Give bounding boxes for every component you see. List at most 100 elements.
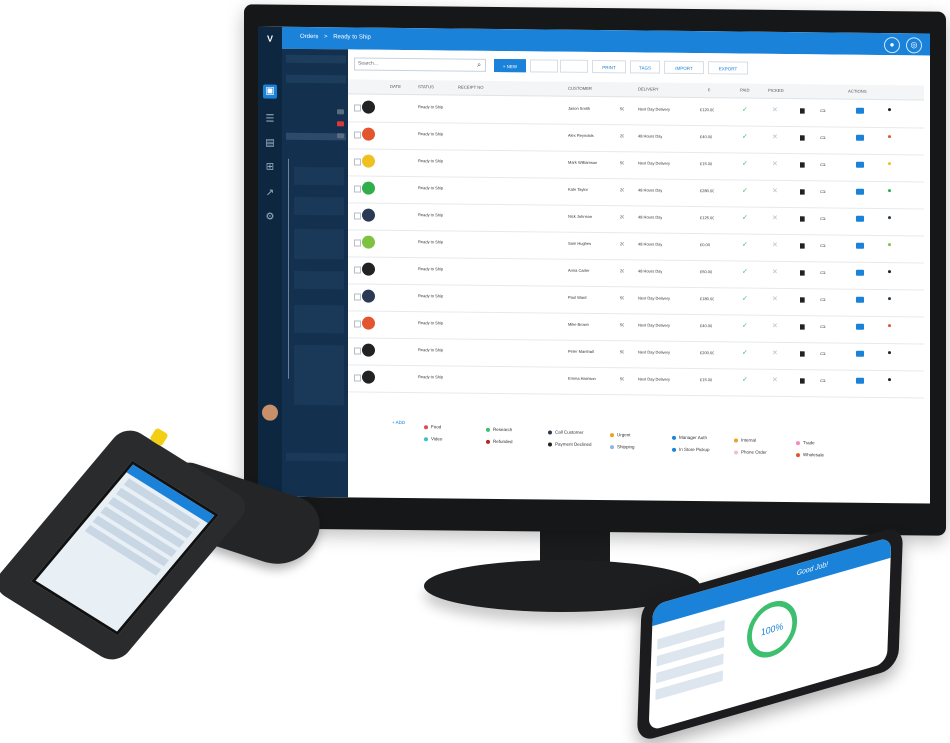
legend-item[interactable]: Trade: [796, 440, 815, 445]
legend-item[interactable]: Phone Order: [734, 449, 767, 455]
shipping-truck-icon[interactable]: [856, 296, 864, 303]
table-row[interactable]: Ready to Ship Emma Harrison 50 Next Day Del…: [348, 364, 924, 399]
legend-item[interactable]: Call Customer: [548, 430, 584, 435]
row-checkbox[interactable]: [354, 212, 361, 220]
legend-item[interactable]: Shipping: [610, 444, 635, 449]
print-icon[interactable]: ▆: [800, 269, 805, 276]
note-icon[interactable]: ▭: [820, 215, 826, 222]
shipping-truck-icon[interactable]: [856, 323, 864, 330]
legend-item[interactable]: Wholesale: [796, 452, 824, 457]
filter-group[interactable]: [286, 452, 346, 462]
row-checkbox[interactable]: [354, 320, 361, 328]
filter-group[interactable]: [294, 228, 344, 260]
print-button[interactable]: PRINT: [592, 59, 626, 74]
disabled-button[interactable]: [560, 59, 588, 73]
row-checkbox[interactable]: [354, 347, 361, 355]
cart-icon[interactable]: ⊞: [263, 161, 277, 175]
note-icon[interactable]: ▭: [820, 134, 826, 141]
print-icon[interactable]: ▆: [800, 107, 805, 114]
row-checkbox[interactable]: [354, 374, 361, 382]
print-icon[interactable]: ▆: [800, 242, 805, 249]
import-button[interactable]: IMPORT: [664, 60, 704, 75]
column-header[interactable]: £: [708, 87, 710, 92]
filter-group[interactable]: [294, 270, 344, 290]
notification-icon[interactable]: ●: [884, 37, 900, 54]
chart-icon[interactable]: ↗: [263, 187, 277, 201]
note-icon[interactable]: ▭: [820, 107, 826, 114]
note-icon[interactable]: ▭: [820, 269, 826, 276]
shipping-truck-icon[interactable]: [856, 161, 864, 168]
print-icon[interactable]: ▆: [800, 161, 805, 168]
tags-button[interactable]: TAGS: [630, 60, 660, 74]
row-checkbox[interactable]: [354, 158, 361, 166]
note-icon[interactable]: ▭: [820, 377, 826, 384]
shipping-truck-icon[interactable]: [856, 134, 864, 141]
note-icon[interactable]: ▭: [820, 161, 826, 168]
legend-item[interactable]: Payment Declined: [548, 442, 592, 447]
note-icon[interactable]: ▭: [820, 188, 826, 195]
row-checkbox[interactable]: [354, 239, 361, 247]
orders-icon[interactable]: ▣: [263, 84, 277, 99]
breadcrumb-root[interactable]: Orders: [300, 34, 318, 40]
legend-item[interactable]: Food: [424, 424, 441, 429]
print-icon[interactable]: ▆: [800, 377, 805, 384]
column-header[interactable]: PAID: [740, 88, 749, 93]
filter-row[interactable]: [286, 74, 346, 84]
column-header[interactable]: DELIVERY: [638, 86, 659, 91]
legend-item[interactable]: Urgent: [610, 432, 631, 437]
avatar[interactable]: [262, 404, 278, 421]
print-icon[interactable]: ▆: [800, 323, 805, 330]
filter-group[interactable]: [294, 196, 344, 216]
export-button[interactable]: EXPORT: [708, 61, 748, 75]
shipping-truck-icon[interactable]: [856, 269, 864, 276]
note-icon[interactable]: ▭: [820, 242, 826, 249]
filter-group[interactable]: [294, 166, 344, 186]
filter-row[interactable]: [286, 109, 346, 116]
legend-item[interactable]: Video: [424, 436, 442, 441]
filter-row-active[interactable]: [286, 132, 346, 141]
column-header[interactable]: ACTIONS: [848, 89, 867, 94]
column-header[interactable]: PICKED: [768, 88, 784, 93]
shipping-truck-icon[interactable]: [856, 377, 864, 384]
note-icon[interactable]: ▭: [820, 323, 826, 330]
legend-item[interactable]: Internal: [734, 437, 756, 443]
note-icon[interactable]: ▭: [820, 296, 826, 303]
search-input[interactable]: Search... ⌕: [354, 57, 486, 72]
note-icon[interactable]: ▭: [820, 350, 826, 357]
filter-row[interactable]: [286, 54, 346, 64]
print-icon[interactable]: ▆: [800, 215, 805, 222]
settings-icon[interactable]: ◎: [906, 37, 922, 54]
new-button[interactable]: + NEW: [494, 58, 526, 73]
column-header[interactable]: STATUS: [418, 84, 434, 89]
customer-logo: [362, 181, 375, 195]
row-checkbox[interactable]: [354, 293, 361, 301]
shipping-truck-icon[interactable]: [856, 107, 864, 114]
shipping-truck-icon[interactable]: [856, 242, 864, 249]
column-header[interactable]: DATE: [390, 84, 401, 89]
gear-icon[interactable]: ⚙: [263, 211, 277, 225]
row-checkbox[interactable]: [354, 185, 361, 193]
legend-item[interactable]: In Store Pickup: [672, 447, 710, 452]
row-checkbox[interactable]: [354, 131, 361, 139]
shipping-truck-icon[interactable]: [856, 188, 864, 195]
column-header[interactable]: RECEIPT NO: [458, 85, 484, 90]
add-tag-button[interactable]: + ADD: [392, 420, 405, 425]
column-header[interactable]: CUSTOMER: [568, 86, 592, 91]
print-icon[interactable]: ▆: [800, 188, 805, 195]
document-icon[interactable]: ▤: [263, 137, 277, 151]
filter-group[interactable]: [294, 344, 344, 406]
filter-group[interactable]: [294, 304, 344, 334]
legend-item[interactable]: Research: [486, 427, 512, 432]
print-icon[interactable]: ▆: [800, 350, 805, 357]
print-icon[interactable]: ▆: [800, 134, 805, 141]
row-checkbox[interactable]: [354, 104, 361, 112]
legend-item[interactable]: Manager Auth: [672, 435, 707, 440]
shipping-truck-icon[interactable]: [856, 215, 864, 222]
print-icon[interactable]: ▆: [800, 296, 805, 303]
legend-item[interactable]: Refunded: [486, 439, 513, 444]
filter-row[interactable]: [286, 121, 346, 128]
disabled-button[interactable]: [530, 59, 558, 73]
row-checkbox[interactable]: [354, 266, 361, 274]
shipping-truck-icon[interactable]: [856, 350, 864, 357]
list-icon[interactable]: ☰: [263, 113, 277, 127]
